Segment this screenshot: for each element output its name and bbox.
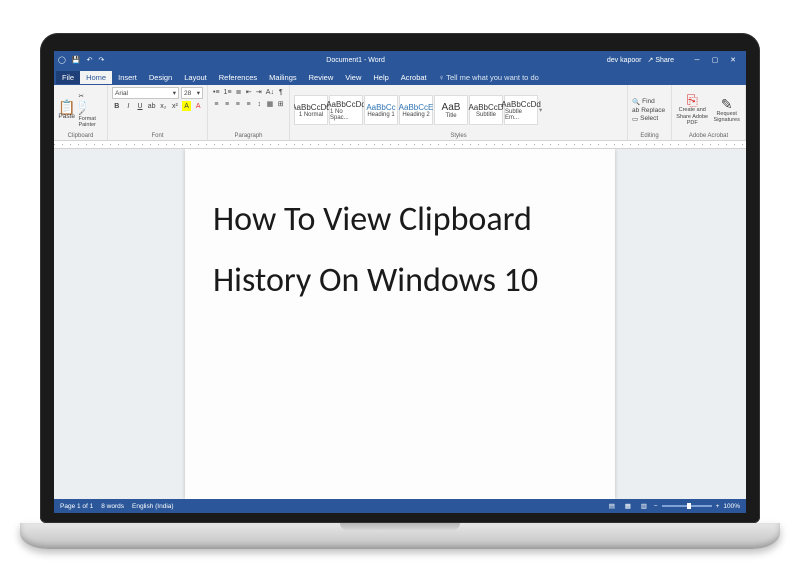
indent-dec-button[interactable]: ⇤ <box>245 87 253 97</box>
tab-layout[interactable]: Layout <box>178 71 213 84</box>
tell-me-search[interactable]: ♀ Tell me what you want to do <box>433 73 744 82</box>
tab-help[interactable]: Help <box>367 71 394 84</box>
adobe-create-button[interactable]: ⎘Create and Share Adobe PDF <box>676 93 708 127</box>
zoom-out-button[interactable]: − <box>654 503 658 510</box>
ribbon: 📋 Paste ✂ 📄 🖌 Format Painter Clipboard <box>54 85 746 141</box>
font-family-select[interactable]: Arial▾ <box>112 87 179 99</box>
style-nospacing[interactable]: AaBbCcDd1 No Spac... <box>329 95 363 125</box>
multilevel-button[interactable]: ≣ <box>235 87 243 97</box>
font-size-select[interactable]: 28▾ <box>181 87 203 99</box>
word-window: ◯ 💾 ↶ ↷ Document1 - Word dev kapoor ↗ Sh… <box>54 51 746 513</box>
font-color-button[interactable]: A <box>193 101 203 111</box>
styles-more-button[interactable]: ▾ <box>539 106 547 114</box>
adobe-sign-button[interactable]: ✎Request Signatures <box>712 97 741 124</box>
zoom-level[interactable]: 100% <box>723 503 740 510</box>
shading-button[interactable]: ▦ <box>266 99 275 109</box>
group-editing: 🔍 Find ab Replace ▭ Select Editing <box>628 85 672 140</box>
group-clipboard: 📋 Paste ✂ 📄 🖌 Format Painter Clipboard <box>54 85 108 140</box>
align-left-button[interactable]: ≡ <box>212 99 221 109</box>
tab-file[interactable]: File <box>56 71 80 84</box>
view-web-button[interactable]: ▥ <box>638 501 650 511</box>
style-heading1[interactable]: AaBbCcHeading 1 <box>364 95 398 125</box>
tab-design[interactable]: Design <box>143 71 178 84</box>
undo-icon[interactable]: ↶ <box>87 56 93 64</box>
tab-review[interactable]: Review <box>303 71 340 84</box>
bullets-button[interactable]: •≡ <box>212 87 221 97</box>
tab-home[interactable]: Home <box>80 71 112 84</box>
zoom-in-button[interactable]: + <box>716 503 720 510</box>
document-page[interactable]: How To View Clipboard History On Windows… <box>185 149 615 499</box>
group-adobe: ⎘Create and Share Adobe PDF ✎Request Sig… <box>672 85 746 140</box>
find-button[interactable]: 🔍 Find <box>632 98 665 106</box>
laptop-frame: ◯ 💾 ↶ ↷ Document1 - Word dev kapoor ↗ Sh… <box>20 33 780 549</box>
paste-button[interactable]: 📋 Paste <box>58 100 75 121</box>
justify-button[interactable]: ≡ <box>244 99 253 109</box>
cut-icon[interactable]: ✂ <box>78 92 103 100</box>
horizontal-ruler[interactable] <box>54 141 746 149</box>
view-print-button[interactable]: ▦ <box>622 501 634 511</box>
laptop-base <box>20 523 780 549</box>
format-painter-button[interactable]: 🖌 Format Painter <box>78 110 103 128</box>
status-page[interactable]: Page 1 of 1 <box>60 503 93 510</box>
save-icon[interactable]: 💾 <box>72 56 81 64</box>
bold-button[interactable]: B <box>112 101 122 111</box>
ribbon-tabs: File Home Insert Design Layout Reference… <box>54 69 746 85</box>
superscript-button[interactable]: x² <box>170 101 180 111</box>
align-right-button[interactable]: ≡ <box>233 99 242 109</box>
status-words[interactable]: 8 words <box>101 503 124 510</box>
window-title: Document1 - Word <box>104 57 607 64</box>
tab-mailings[interactable]: Mailings <box>263 71 303 84</box>
group-font: Arial▾ 28▾ B I U ab x₂ x² A A <box>108 85 208 140</box>
tab-acrobat[interactable]: Acrobat <box>395 71 433 84</box>
style-subtleem[interactable]: AaBbCcDdSubtle Em... <box>504 95 538 125</box>
document-text[interactable]: How To View Clipboard History On Windows… <box>213 189 587 311</box>
titlebar: ◯ 💾 ↶ ↷ Document1 - Word dev kapoor ↗ Sh… <box>54 51 746 69</box>
clipboard-icon: 📋 <box>58 100 75 114</box>
italic-button[interactable]: I <box>124 101 134 111</box>
style-subtitle[interactable]: AaBbCcDSubtitle <box>469 95 503 125</box>
autosave-toggle[interactable]: ◯ <box>58 56 66 64</box>
subscript-button[interactable]: x₂ <box>159 101 169 111</box>
screen-bezel: ◯ 💾 ↶ ↷ Document1 - Word dev kapoor ↗ Sh… <box>40 33 760 523</box>
status-language[interactable]: English (India) <box>132 503 174 510</box>
group-styles: AaBbCcDd1 Normal AaBbCcDd1 No Spac... Aa… <box>290 85 628 140</box>
highlight-button[interactable]: A <box>182 101 192 111</box>
copy-icon[interactable]: 📄 <box>78 101 103 109</box>
style-heading2[interactable]: AaBbCcEHeading 2 <box>399 95 433 125</box>
group-paragraph: •≡ 1≡ ≣ ⇤ ⇥ A↓ ¶ ≡ ≡ ≡ ≡ <box>208 85 290 140</box>
style-normal[interactable]: AaBbCcDd1 Normal <box>294 95 328 125</box>
document-area[interactable]: How To View Clipboard History On Windows… <box>54 149 746 499</box>
statusbar: Page 1 of 1 8 words English (India) ▤ ▦ … <box>54 499 746 513</box>
minimize-button[interactable]: ─ <box>688 53 706 67</box>
line-spacing-button[interactable]: ↕ <box>255 99 264 109</box>
laptop-notch <box>340 523 460 530</box>
tab-references[interactable]: References <box>213 71 263 84</box>
zoom-slider[interactable] <box>662 505 712 507</box>
tab-view[interactable]: View <box>339 71 367 84</box>
style-title[interactable]: AaBTitle <box>434 95 468 125</box>
indent-inc-button[interactable]: ⇥ <box>255 87 263 97</box>
strike-button[interactable]: ab <box>147 101 157 111</box>
maximize-button[interactable]: ▢ <box>706 53 724 67</box>
close-button[interactable]: ✕ <box>724 53 742 67</box>
borders-button[interactable]: ⊞ <box>276 99 285 109</box>
select-button[interactable]: ▭ Select <box>632 115 665 123</box>
underline-button[interactable]: U <box>135 101 145 111</box>
tab-insert[interactable]: Insert <box>112 71 143 84</box>
share-button[interactable]: ↗ Share <box>648 56 675 64</box>
align-center-button[interactable]: ≡ <box>223 99 232 109</box>
user-name[interactable]: dev kapoor <box>607 57 642 64</box>
replace-button[interactable]: ab Replace <box>632 107 665 114</box>
show-marks-button[interactable]: ¶ <box>277 87 285 97</box>
sort-button[interactable]: A↓ <box>265 87 275 97</box>
view-read-button[interactable]: ▤ <box>606 501 618 511</box>
numbering-button[interactable]: 1≡ <box>223 87 233 97</box>
